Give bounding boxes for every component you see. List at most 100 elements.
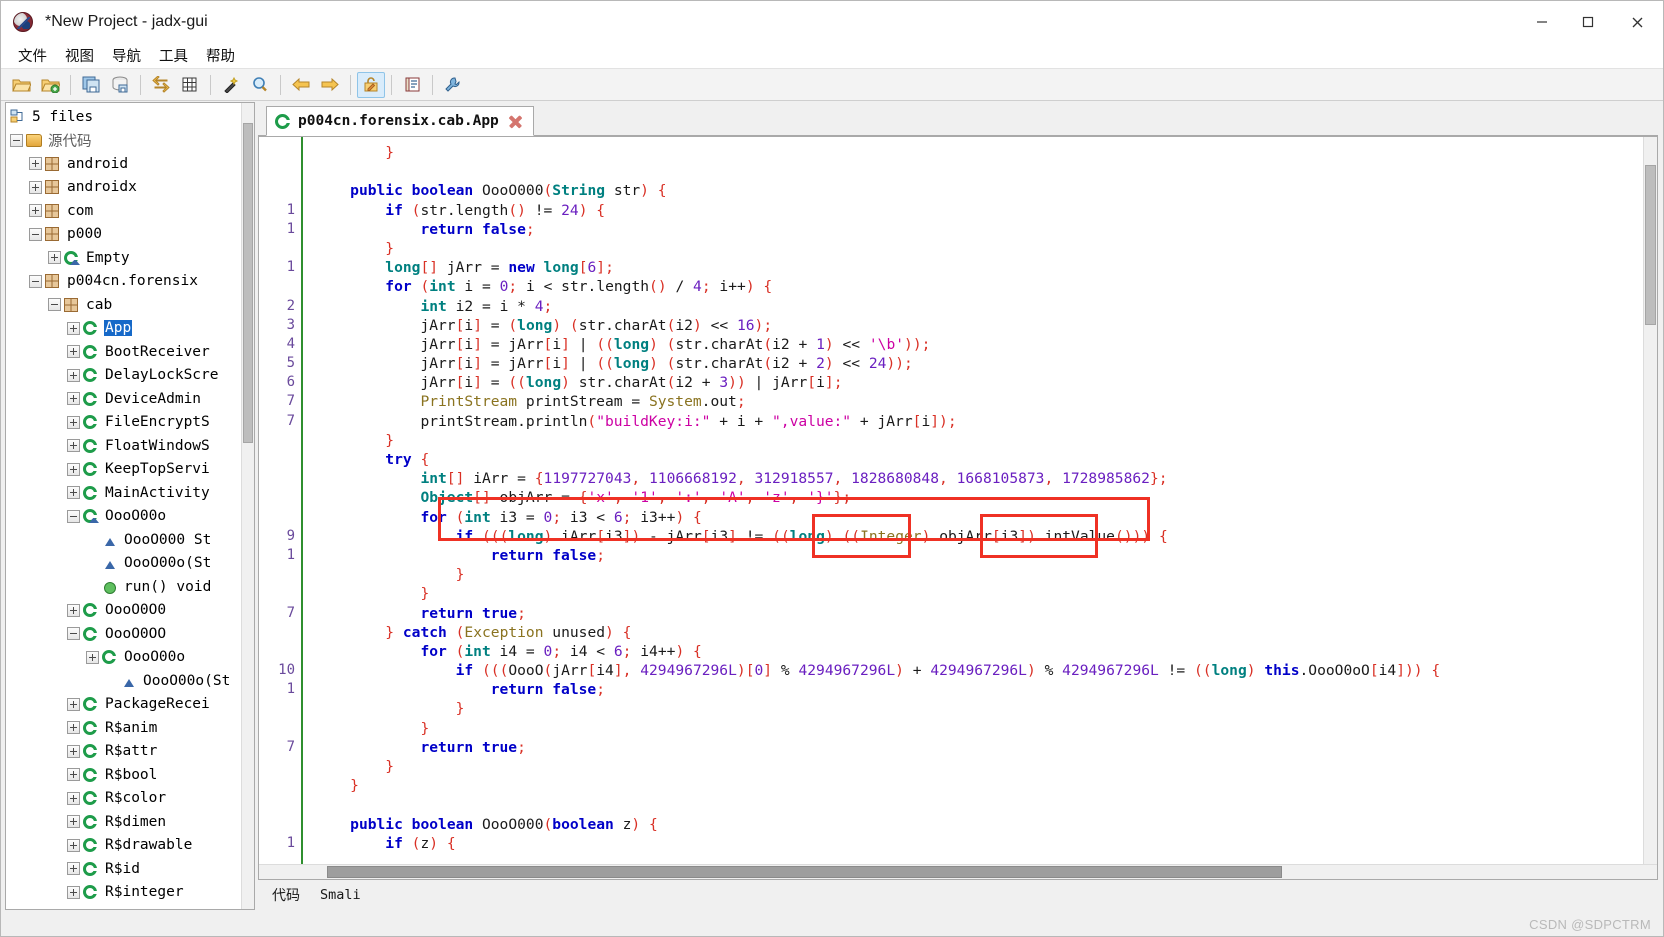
tree-item-r-color[interactable]: R$color: [6, 787, 241, 811]
code-scroll-thumb[interactable]: [1645, 165, 1656, 325]
expand-icon[interactable]: [29, 157, 42, 171]
expand-icon[interactable]: [67, 862, 80, 876]
menu-tools[interactable]: 工具: [150, 43, 197, 68]
expand-icon[interactable]: [67, 392, 80, 406]
tree-item-[interactable]: 源代码: [6, 129, 241, 153]
expand-icon[interactable]: [67, 368, 80, 382]
collapse-icon[interactable]: [29, 274, 42, 288]
expand-icon[interactable]: [67, 815, 80, 829]
tree-item-oooo0o0[interactable]: OooO0O0: [6, 599, 241, 623]
flat-packages-grid-icon[interactable]: [176, 72, 204, 98]
tree-item-r-integer[interactable]: R$integer: [6, 881, 241, 905]
tree-item-android[interactable]: android: [6, 152, 241, 176]
code-hscroll-thumb[interactable]: [327, 866, 1282, 878]
tree-item-oooo00o-st[interactable]: OooO00o(St: [6, 669, 241, 693]
tree-root-header[interactable]: 5 files: [6, 105, 241, 129]
tree-item-oooo000-st[interactable]: OooO000 St: [6, 528, 241, 552]
collapse-icon[interactable]: [67, 509, 80, 523]
tree-item-delaylockscre[interactable]: DelayLockScre: [6, 364, 241, 388]
code-content[interactable]: 1 1 1 2 3 4 5 6 7 7 9 1 7 10 1 7 1 } public boolean OooO…: [259, 137, 1643, 864]
expand-icon[interactable]: [67, 768, 80, 782]
tree-item-label: run() void: [124, 578, 212, 595]
expand-icon[interactable]: [67, 486, 80, 500]
expand-icon[interactable]: [67, 744, 80, 758]
close-icon[interactable]: [1611, 1, 1663, 43]
arrow-left-icon[interactable]: [287, 72, 315, 98]
arrows-sync-icon[interactable]: [147, 72, 175, 98]
menu-view[interactable]: 视图: [56, 43, 103, 68]
expand-icon[interactable]: [67, 321, 80, 335]
tree-item-oooo00o-st[interactable]: OooO00o(St: [6, 552, 241, 576]
tree-vertical-scrollbar[interactable]: [241, 103, 254, 909]
expand-icon[interactable]: [29, 180, 42, 194]
tree-item-r-id[interactable]: R$id: [6, 857, 241, 881]
code-vertical-scrollbar[interactable]: [1643, 137, 1657, 864]
minimize-icon[interactable]: [1519, 1, 1565, 43]
expand-icon[interactable]: [67, 791, 80, 805]
tree-item-r-dimen[interactable]: R$dimen: [6, 810, 241, 834]
tab-code[interactable]: 代码: [268, 883, 304, 907]
save-multiple-icon[interactable]: [77, 72, 105, 98]
tree-item-run-void[interactable]: run() void: [6, 575, 241, 599]
tree-item-r-bool[interactable]: R$bool: [6, 763, 241, 787]
expand-icon[interactable]: [67, 345, 80, 359]
tree-item-com[interactable]: com: [6, 199, 241, 223]
tree-item-bootreceiver[interactable]: BootReceiver: [6, 340, 241, 364]
collapse-icon[interactable]: [29, 227, 42, 241]
tree-item-oooo00o[interactable]: OooO00o: [6, 646, 241, 670]
expand-icon[interactable]: [67, 885, 80, 899]
tab-smali[interactable]: Smali: [316, 885, 365, 905]
menu-navigation[interactable]: 导航: [103, 43, 150, 68]
expand-icon[interactable]: [67, 838, 80, 852]
logs-notebook-icon[interactable]: [398, 72, 426, 98]
expand-icon[interactable]: [86, 650, 99, 664]
collapse-icon[interactable]: [10, 133, 23, 147]
project-tree[interactable]: 5 files 源代码 android androidx com p000 Empty p00…: [6, 103, 241, 909]
tree-item-empty[interactable]: Empty: [6, 246, 241, 270]
decompile-lock-icon[interactable]: [357, 71, 385, 98]
save-disk-icon[interactable]: [106, 72, 134, 98]
tree-item-r-drawable[interactable]: R$drawable: [6, 834, 241, 858]
tree-item-oooo0oo[interactable]: OooO0OO: [6, 622, 241, 646]
class-icon: [83, 320, 100, 336]
tree-item-mainactivity[interactable]: MainActivity: [6, 481, 241, 505]
expand-icon[interactable]: [67, 721, 80, 735]
magic-wand-icon[interactable]: [217, 72, 245, 98]
tree-item-oooo00o[interactable]: OooO00o: [6, 505, 241, 529]
open-project-icon[interactable]: [36, 72, 64, 98]
source-code[interactable]: } public boolean OooO000(String str) { i…: [303, 137, 1643, 864]
search-icon[interactable]: [246, 72, 274, 98]
collapse-icon[interactable]: [67, 627, 80, 641]
tree-item-packagerecei[interactable]: PackageRecei: [6, 693, 241, 717]
expand-icon[interactable]: [67, 462, 80, 476]
maximize-icon[interactable]: [1565, 1, 1611, 43]
expand-icon[interactable]: [67, 697, 80, 711]
collapse-icon[interactable]: [48, 298, 61, 312]
tree-item-p004cn-forensix[interactable]: p004cn.forensix: [6, 270, 241, 294]
line-number: [259, 469, 295, 488]
arrow-right-icon[interactable]: [316, 72, 344, 98]
tree-item-androidx[interactable]: androidx: [6, 176, 241, 200]
expand-icon[interactable]: [48, 251, 61, 265]
preferences-wrench-icon[interactable]: [439, 72, 467, 98]
editor-tab-app[interactable]: p004cn.forensix.cab.App: [266, 106, 534, 136]
tree-item-keeptopservi[interactable]: KeepTopServi: [6, 458, 241, 482]
menu-help[interactable]: 帮助: [197, 43, 244, 68]
code-horizontal-scrollbar[interactable]: [259, 864, 1657, 879]
expand-icon[interactable]: [67, 603, 80, 617]
open-file-icon[interactable]: [7, 72, 35, 98]
tree-item-r-attr[interactable]: R$attr: [6, 740, 241, 764]
expand-icon[interactable]: [29, 204, 42, 218]
tree-scroll-thumb[interactable]: [243, 123, 253, 443]
tree-item-r-anim[interactable]: R$anim: [6, 716, 241, 740]
close-tab-icon[interactable]: [507, 113, 523, 129]
tree-item-floatwindows[interactable]: FloatWindowS: [6, 434, 241, 458]
tree-item-cab[interactable]: cab: [6, 293, 241, 317]
menu-file[interactable]: 文件: [9, 43, 56, 68]
tree-item-p000[interactable]: p000: [6, 223, 241, 247]
expand-icon[interactable]: [67, 439, 80, 453]
tree-item-app[interactable]: App: [6, 317, 241, 341]
tree-item-fileencrypts[interactable]: FileEncryptS: [6, 411, 241, 435]
tree-item-deviceadmin[interactable]: DeviceAdmin: [6, 387, 241, 411]
expand-icon[interactable]: [67, 415, 80, 429]
